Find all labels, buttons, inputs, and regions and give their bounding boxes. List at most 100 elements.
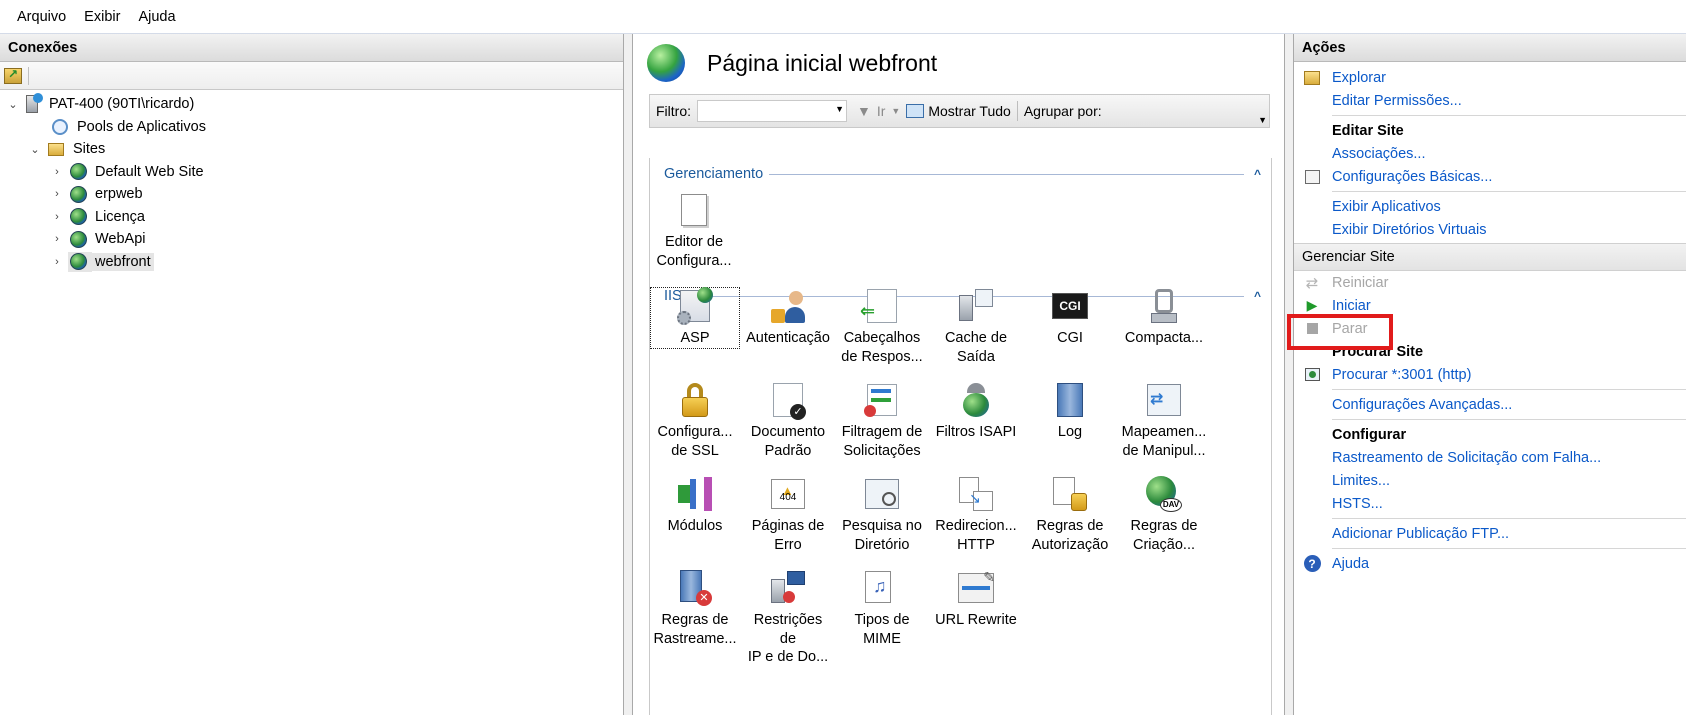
chevron-right-icon[interactable]: › xyxy=(50,255,64,269)
go-dropdown-icon[interactable]: ▼ xyxy=(891,106,900,116)
show-all-button[interactable]: Mostrar Tudo xyxy=(928,103,1010,119)
view-vdirs-action[interactable]: Exibir Diretórios Virtuais xyxy=(1294,218,1686,241)
menu-ajuda[interactable]: Ajuda xyxy=(129,9,184,25)
feature-config-editor[interactable]: Editor de Configura... xyxy=(650,192,738,270)
menu-bar: Arquivo Exibir Ajuda xyxy=(0,0,1686,34)
basic-settings-action[interactable]: Configurações Básicas... xyxy=(1294,165,1686,188)
feature-default-document[interactable]: ✓ Documento Padrão xyxy=(744,382,832,460)
chevron-right-icon[interactable]: › xyxy=(50,187,64,201)
connections-panel: Conexões ↗ ⌄ PAT-400 (90TI\ricardo) Pool… xyxy=(0,34,624,715)
browse-action[interactable]: Procurar *:3001 (http) xyxy=(1294,363,1686,386)
splitter-right[interactable] xyxy=(1285,34,1293,715)
basic-settings-link[interactable]: Configurações Básicas... xyxy=(1332,169,1492,185)
feature-isapi-filters[interactable]: Filtros ISAPI xyxy=(932,382,1020,442)
feature-logging[interactable]: Log xyxy=(1026,382,1114,442)
filter-input[interactable]: ▼ xyxy=(697,100,847,122)
limits-link[interactable]: Limites... xyxy=(1332,473,1390,489)
feature-tracing-rules[interactable]: ✕ Regras de Rastreame... xyxy=(651,570,739,648)
feature-url-rewrite[interactable]: ✎ URL Rewrite xyxy=(932,569,1020,630)
http-headers-icon: ⇐ xyxy=(860,288,900,324)
go-button[interactable]: Ir xyxy=(877,103,886,119)
splitter-left[interactable] xyxy=(624,34,632,715)
tree-node-site[interactable]: › Default Web Site xyxy=(0,161,623,184)
tree-node-site[interactable]: › Licença xyxy=(0,206,623,229)
dropdown-arrow-icon[interactable]: ▼ xyxy=(835,104,844,114)
feature-handler-mappings[interactable]: ⇄ Mapeamen... de Manipul... xyxy=(1120,382,1208,460)
menu-arquivo[interactable]: Arquivo xyxy=(8,9,75,25)
tree-node-sites[interactable]: ⌄ Sites xyxy=(0,138,623,161)
feature-label: Módulos xyxy=(667,518,723,534)
advanced-settings-action[interactable]: Configurações Avançadas... xyxy=(1294,393,1686,416)
add-ftp-link[interactable]: Adicionar Publicação FTP... xyxy=(1332,526,1509,542)
actions-divider xyxy=(1332,115,1686,116)
authentication-icon xyxy=(770,288,806,324)
tree-node-site[interactable]: › erpweb xyxy=(0,183,623,206)
tree-node-server[interactable]: ⌄ PAT-400 (90TI\ricardo) xyxy=(0,93,623,116)
feature-directory-browsing[interactable]: Pesquisa no Diretório xyxy=(838,476,926,554)
feature-http-headers[interactable]: ⇐ Cabeçalhos de Respos... xyxy=(838,288,926,366)
feature-authoring-rules[interactable]: DAV Regras de Criação... xyxy=(1120,476,1208,554)
feature-asp[interactable]: ASP xyxy=(650,287,740,349)
tree-node-site-selected[interactable]: › webfront xyxy=(0,251,623,274)
feature-mime-types[interactable]: ♫ Tipos de MIME xyxy=(838,570,926,648)
explore-link[interactable]: Explorar xyxy=(1332,70,1386,86)
chevron-right-icon[interactable]: › xyxy=(50,210,64,224)
tree-node-app-pools[interactable]: Pools de Aplicativos xyxy=(0,116,623,139)
edit-site-heading: Editar Site xyxy=(1294,119,1686,142)
bindings-link[interactable]: Associações... xyxy=(1332,146,1426,162)
collapse-icon[interactable]: ^ xyxy=(1254,289,1261,303)
filter-separator xyxy=(1016,101,1018,121)
failed-tracing-link[interactable]: Rastreamento de Solicitação com Falha... xyxy=(1332,450,1601,466)
bindings-action[interactable]: Associações... xyxy=(1294,142,1686,165)
browse-link[interactable]: Procurar *:3001 (http) xyxy=(1332,367,1471,383)
edit-permissions-action[interactable]: Editar Permissões... xyxy=(1294,89,1686,112)
feature-authentication[interactable]: Autenticação xyxy=(744,288,832,348)
configure-heading: Configurar xyxy=(1294,423,1686,446)
group-by-label[interactable]: Agrupar por: xyxy=(1024,103,1102,119)
help-link[interactable]: Ajuda xyxy=(1332,556,1369,572)
blank-icon xyxy=(1302,396,1322,414)
feature-label: Pesquisa no xyxy=(842,518,922,534)
failed-tracing-action[interactable]: Rastreamento de Solicitação com Falha... xyxy=(1294,446,1686,469)
chevron-down-icon[interactable]: ⌄ xyxy=(6,97,20,111)
globe-icon xyxy=(68,207,88,227)
connect-icon[interactable]: ↗ xyxy=(4,67,22,84)
feature-request-filtering[interactable]: Filtragem de Solicitações xyxy=(838,382,926,460)
filterbar-overflow-icon[interactable]: ▼ xyxy=(1258,115,1267,125)
group-header-management[interactable]: Gerenciamento ^ xyxy=(650,162,1271,186)
directory-browsing-icon xyxy=(864,476,900,512)
hsts-link[interactable]: HSTS... xyxy=(1332,496,1383,512)
feature-compression[interactable]: Compacta... xyxy=(1120,288,1208,348)
chevron-right-icon[interactable]: › xyxy=(50,165,64,179)
feature-ip-restrictions[interactable]: Restrições de IP e de Do... xyxy=(744,570,832,667)
menu-exibir[interactable]: Exibir xyxy=(75,9,129,25)
edit-permissions-link[interactable]: Editar Permissões... xyxy=(1332,93,1462,109)
view-vdirs-link[interactable]: Exibir Diretórios Virtuais xyxy=(1332,222,1486,238)
advanced-settings-link[interactable]: Configurações Avançadas... xyxy=(1332,397,1512,413)
collapse-icon[interactable]: ^ xyxy=(1254,167,1261,181)
feature-output-cache[interactable]: Cache de Saída xyxy=(932,288,1020,366)
feature-http-redirect[interactable]: ↘ Redirecion... HTTP xyxy=(932,476,1020,554)
feature-authorization-rules[interactable]: Regras de Autorização xyxy=(1026,476,1114,554)
limits-action[interactable]: Limites... xyxy=(1294,469,1686,492)
tree-node-site[interactable]: › WebApi xyxy=(0,228,623,251)
chevron-right-icon[interactable]: › xyxy=(50,232,64,246)
add-ftp-action[interactable]: Adicionar Publicação FTP... xyxy=(1294,522,1686,545)
feature-label: de Respos... xyxy=(841,348,923,365)
hsts-action[interactable]: HSTS... xyxy=(1294,492,1686,515)
help-action[interactable]: ? Ajuda xyxy=(1294,552,1686,575)
view-apps-action[interactable]: Exibir Aplicativos xyxy=(1294,195,1686,218)
explore-action[interactable]: Explorar xyxy=(1294,66,1686,89)
feature-modules[interactable]: Módulos xyxy=(651,476,739,536)
http-redirect-icon: ↘ xyxy=(958,476,994,512)
feature-label: Cache de xyxy=(944,330,1008,346)
ssl-settings-icon xyxy=(677,382,713,418)
chevron-down-icon[interactable]: ⌄ xyxy=(28,142,42,156)
feature-error-pages[interactable]: ▲ 404 Páginas de Erro xyxy=(744,476,832,554)
start-link[interactable]: Iniciar xyxy=(1332,298,1371,314)
view-apps-link[interactable]: Exibir Aplicativos xyxy=(1332,199,1441,215)
feature-cgi[interactable]: CGI CGI xyxy=(1026,288,1114,348)
feature-label: Regras de xyxy=(1130,518,1198,534)
manage-site-section[interactable]: Gerenciar Site xyxy=(1294,243,1686,271)
feature-ssl-settings[interactable]: Configura... de SSL xyxy=(651,382,739,460)
